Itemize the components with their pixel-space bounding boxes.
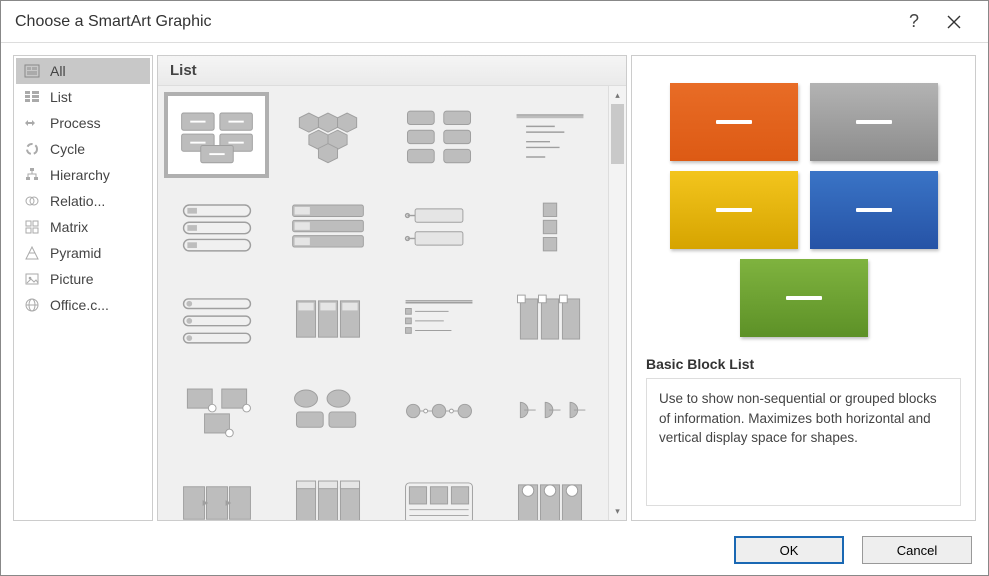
matrix-icon [24,219,40,235]
preview-pane: Basic Block List Use to show non-sequent… [631,55,976,521]
category-item-officecom[interactable]: Office.c... [16,292,150,318]
thumb-circle-arrow-list[interactable] [497,460,602,520]
dialog-title: Choose a SmartArt Graphic [15,13,894,31]
thumb-bending-picture-list[interactable] [275,368,380,454]
titlebar: Choose a SmartArt Graphic ? [1,1,988,43]
category-item-all[interactable]: All [16,58,150,84]
picture-icon [24,271,40,287]
category-item-matrix[interactable]: Matrix [16,214,150,240]
scroll-down-icon[interactable]: ▾ [609,502,626,520]
category-item-relationship[interactable]: Relatio... [16,188,150,214]
help-button[interactable]: ? [894,1,934,43]
category-label: Matrix [50,219,88,235]
category-label: Picture [50,271,94,287]
preview-title: Basic Block List [646,356,961,372]
globe-icon [24,297,40,313]
close-icon [947,15,961,29]
list-icon [24,89,40,105]
thumb-vertical-tab-list[interactable] [275,460,380,520]
scroll-up-icon[interactable]: ▴ [609,86,626,104]
process-icon [24,115,40,131]
thumb-picture-caption-list[interactable] [386,92,491,178]
dialog-footer: OK Cancel [1,525,988,575]
all-icon [24,63,40,79]
cancel-button[interactable]: Cancel [862,536,972,564]
category-list: All List Process Cycle Hierarchy Relatio… [13,55,153,521]
gallery-pane: List [157,55,627,521]
thumb-stacked-list[interactable] [164,276,269,362]
thumb-lined-list[interactable] [497,92,602,178]
gallery-header: List [158,56,626,86]
thumb-tab-list[interactable] [275,276,380,362]
pyramid-icon [24,245,40,261]
preview-block-5 [740,259,868,337]
thumb-table-list[interactable] [386,460,491,520]
thumb-circle-process[interactable] [386,368,491,454]
preview-block-3 [670,171,798,249]
category-label: Process [50,115,101,131]
thumb-horizontal-bullet-list[interactable] [386,184,491,270]
category-item-list[interactable]: List [16,84,150,110]
thumb-picture-list[interactable] [164,368,269,454]
thumb-vertical-block-list[interactable] [497,276,602,362]
thumb-vertical-bullet-list[interactable] [164,184,269,270]
scroll-thumb[interactable] [611,104,624,164]
category-item-process[interactable]: Process [16,110,150,136]
preview-block-2 [810,83,938,161]
thumb-square-accent-list[interactable] [497,184,602,270]
dialog-body: All List Process Cycle Hierarchy Relatio… [1,43,988,525]
hierarchy-icon [24,167,40,183]
category-label: All [50,63,66,79]
gallery-scrollbar[interactable]: ▴ ▾ [608,86,626,520]
category-item-cycle[interactable]: Cycle [16,136,150,162]
preview-block-4 [810,171,938,249]
category-item-hierarchy[interactable]: Hierarchy [16,162,150,188]
cycle-icon [24,141,40,157]
category-label: List [50,89,72,105]
ok-button[interactable]: OK [734,536,844,564]
preview-block-1 [670,83,798,161]
category-label: Relatio... [50,193,105,209]
preview-description: Use to show non-sequential or grouped bl… [646,378,961,506]
thumb-chevron-list[interactable] [164,460,269,520]
thumb-vertical-box-list[interactable] [275,184,380,270]
thumb-half-circle-list[interactable] [497,368,602,454]
category-label: Cycle [50,141,85,157]
category-item-picture[interactable]: Picture [16,266,150,292]
close-button[interactable] [934,1,974,43]
thumb-basic-block-list[interactable] [164,92,269,178]
thumb-grouped-list[interactable] [386,276,491,362]
thumb-alternating-hexagons[interactable] [275,92,380,178]
category-label: Hierarchy [50,167,110,183]
thumbnail-grid [158,86,608,520]
relationship-icon [24,193,40,209]
category-label: Pyramid [50,245,101,261]
category-item-pyramid[interactable]: Pyramid [16,240,150,266]
preview-canvas [646,70,961,350]
category-label: Office.c... [50,297,109,313]
